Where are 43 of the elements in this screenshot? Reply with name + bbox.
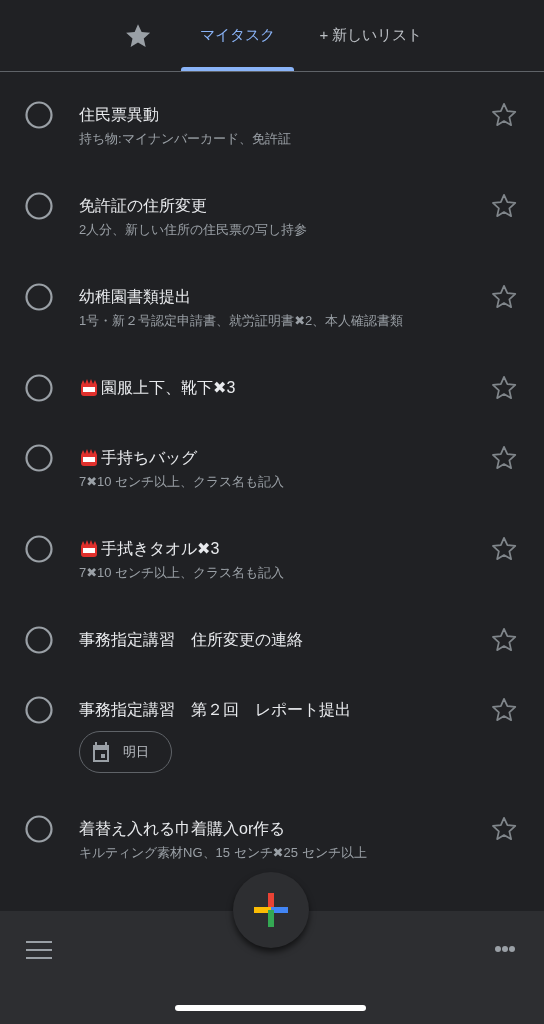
star-icon[interactable] [490,696,518,724]
checkbox-circle-icon[interactable] [25,101,53,129]
star-icon[interactable] [490,535,518,563]
task-notes: 持ち物:マイナンバーカード、免許証 [79,130,292,148]
more-options-icon[interactable] [494,945,516,953]
star-icon[interactable] [490,101,518,129]
checkbox-circle-icon[interactable] [25,444,53,472]
star-icon[interactable] [490,444,518,472]
task-title: 事務指定講習 住所変更の連絡 [79,630,303,650]
plus-icon [254,893,288,927]
checkbox-circle-icon[interactable] [25,535,53,563]
list-tab[interactable]: マイタスク [181,0,294,71]
checkbox-circle-icon[interactable] [25,283,53,311]
task-notes: 7✖10 センチ以上、クラス名も記入 [79,564,286,582]
checkbox-circle-icon[interactable] [25,192,53,220]
star-icon[interactable] [490,192,518,220]
checkbox-circle-icon[interactable] [25,626,53,654]
task-title: 園服上下、靴下✖3 [101,378,236,398]
task-notes: 2人分、新しい住所の住民票の写し持参 [79,221,309,239]
star-icon[interactable] [490,626,518,654]
task-title: 免許証の住所変更 [79,196,207,216]
name-badge-icon [79,378,99,398]
checkbox-circle-icon[interactable] [25,696,53,724]
new-list-tab[interactable]: + 新しいリスト [301,0,441,71]
task-title: 住民票異動 [79,105,159,125]
task-title: 手拭きタオル✖3 [101,539,220,559]
task-title: 着替え入れる巾着購入or作る [79,819,286,839]
star-icon[interactable] [490,283,518,311]
name-badge-icon [79,448,99,468]
star-icon[interactable] [490,374,518,402]
task-notes: 7✖10 センチ以上、クラス名も記入 [79,473,286,491]
task-title: 手持ちバッグ [101,448,197,468]
name-badge-icon [79,539,99,559]
checkbox-circle-icon[interactable] [25,374,53,402]
task-title: 事務指定講習 第２回 レポート提出 [79,700,351,720]
checkbox-circle-icon[interactable] [25,815,53,843]
add-task-button[interactable] [233,872,309,948]
task-notes: 1号・新２号認定申請書、就労証明書✖2、本人確認書類 [79,312,405,330]
star-icon[interactable] [490,815,518,843]
menu-icon[interactable] [26,940,52,960]
task-title: 幼稚園書類提出 [79,287,191,307]
task-notes: キルティング素材NG、15 センチ✖25 センチ以上 [79,844,368,862]
calendar-icon [91,741,111,763]
